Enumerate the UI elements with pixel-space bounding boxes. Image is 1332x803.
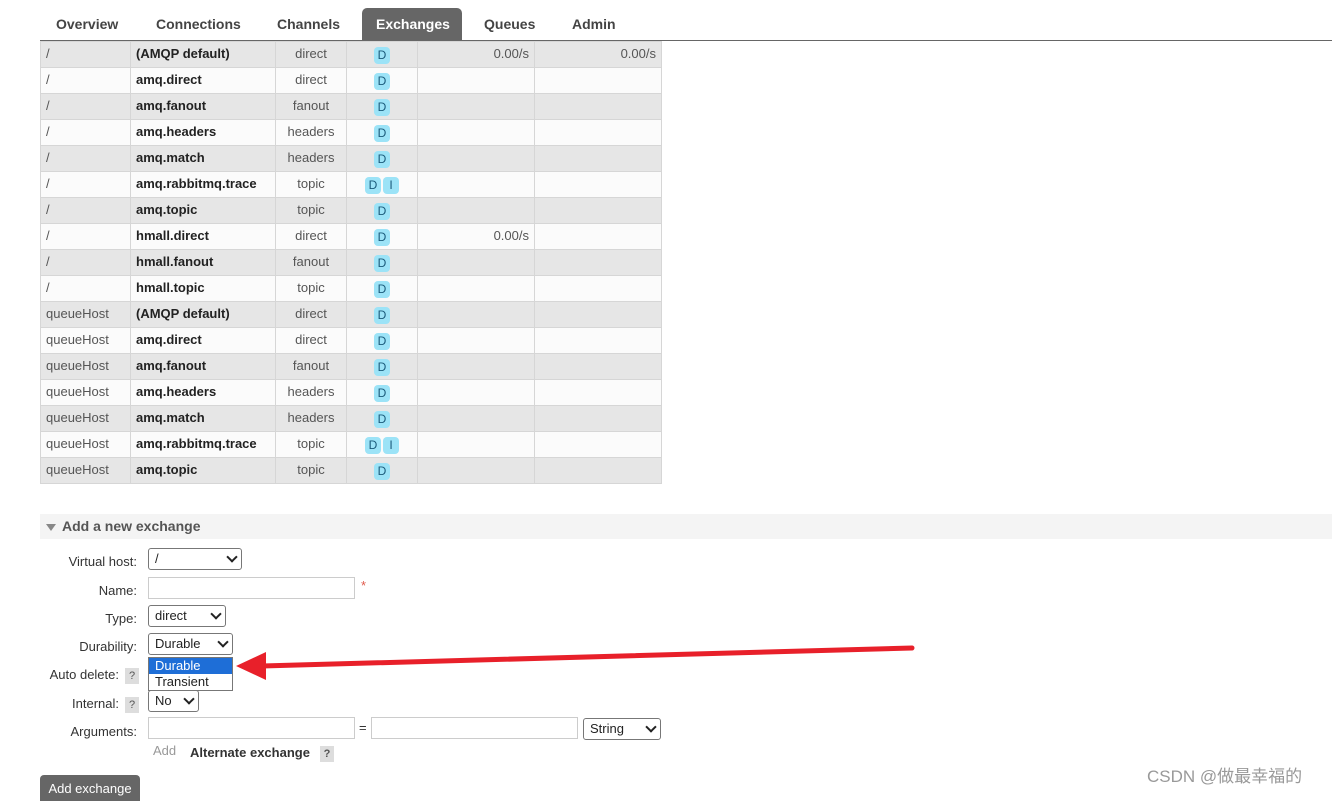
annotation-arrow-icon [236, 645, 915, 680]
watermark: CSDN @做最幸福的 [1147, 767, 1303, 786]
